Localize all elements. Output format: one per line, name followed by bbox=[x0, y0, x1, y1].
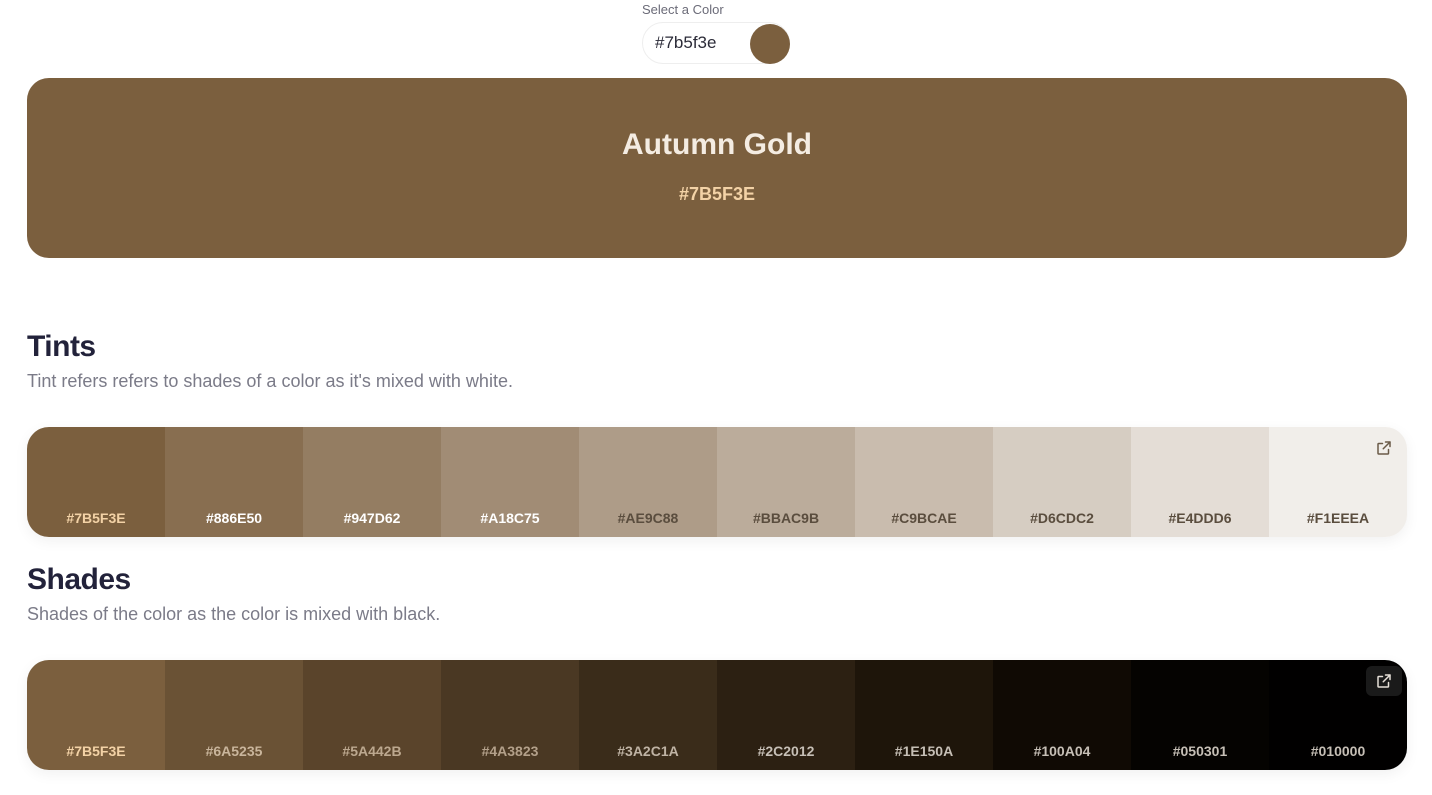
shades-swatch[interactable]: #7B5F3E bbox=[27, 660, 165, 770]
shades-swatch-hex: #050301 bbox=[1172, 743, 1228, 759]
shades-open-button[interactable] bbox=[1366, 666, 1402, 696]
color-hex: #7B5F3E bbox=[678, 184, 756, 204]
tints-swatch-hex: #7B5F3E bbox=[66, 510, 126, 526]
shades-swatch-hex: #2C2012 bbox=[757, 743, 815, 759]
tints-swatch-hex: #E4DDD6 bbox=[1168, 510, 1232, 526]
external-link-icon bbox=[1377, 441, 1391, 455]
shades-swatch-hex: #3A2C1A bbox=[617, 743, 679, 759]
hex-input[interactable] bbox=[655, 33, 745, 53]
shades-swatch-hex: #4A3823 bbox=[481, 743, 539, 759]
shades-swatch-hex: #7B5F3E bbox=[66, 743, 126, 759]
shades-swatch[interactable]: #1E150A bbox=[855, 660, 993, 770]
tints-swatch[interactable]: #886E50 bbox=[165, 427, 303, 537]
tints-swatch-hex: #886E50 bbox=[205, 510, 263, 526]
tints-description: Tint refers refers to shades of a color … bbox=[27, 371, 513, 391]
tints-swatch-hex: #D6CDC2 bbox=[1030, 510, 1094, 526]
tints-swatch[interactable]: #7B5F3E bbox=[27, 427, 165, 537]
tints-swatch[interactable]: #D6CDC2 bbox=[993, 427, 1131, 537]
color-input-box[interactable] bbox=[642, 22, 790, 64]
tints-swatch-hex: #C9BCAE bbox=[891, 510, 957, 526]
tints-swatch-hex: #A18C75 bbox=[480, 510, 540, 526]
tints-palette: #7B5F3E #886E50 #947D62 #A18C75 #AE9C88 #BBAC… bbox=[27, 427, 1407, 537]
color-hero-card: Autumn Gold #7B5F3E bbox=[27, 78, 1407, 258]
color-swatch-button[interactable] bbox=[750, 24, 790, 64]
shades-swatch[interactable]: #100A04 bbox=[993, 660, 1131, 770]
color-name: Autumn Gold bbox=[622, 128, 812, 161]
shades-swatch-hex: #100A04 bbox=[1033, 743, 1091, 759]
shades-swatch-hex: #010000 bbox=[1310, 743, 1366, 759]
tints-swatch[interactable]: #C9BCAE bbox=[855, 427, 993, 537]
tints-swatch[interactable]: #E4DDD6 bbox=[1131, 427, 1269, 537]
shades-swatch[interactable]: #6A5235 bbox=[165, 660, 303, 770]
shades-palette: #7B5F3E #6A5235 #5A442B #4A3823 #3A2C1A #2C20… bbox=[27, 660, 1407, 770]
tints-swatch[interactable]: #BBAC9B bbox=[717, 427, 855, 537]
shades-swatch-hex: #6A5235 bbox=[205, 743, 263, 759]
shades-swatch[interactable]: #050301 bbox=[1131, 660, 1269, 770]
tints-swatch[interactable]: #947D62 bbox=[303, 427, 441, 537]
external-link-icon bbox=[1377, 674, 1391, 688]
tints-title: Tints bbox=[27, 330, 96, 363]
picker-label: Select a Color bbox=[642, 2, 724, 17]
tints-open-button[interactable] bbox=[1366, 433, 1402, 463]
shades-swatch[interactable]: #5A442B bbox=[303, 660, 441, 770]
tints-swatch-hex: #947D62 bbox=[343, 510, 401, 526]
shades-swatch[interactable]: #4A3823 bbox=[441, 660, 579, 770]
tints-swatch-hex: #F1EEEA bbox=[1306, 510, 1370, 526]
shades-swatch[interactable]: #3A2C1A bbox=[579, 660, 717, 770]
shades-swatch-hex: #5A442B bbox=[342, 743, 402, 759]
shades-title: Shades bbox=[27, 563, 131, 596]
shades-swatch[interactable]: #2C2012 bbox=[717, 660, 855, 770]
tints-swatch[interactable]: #A18C75 bbox=[441, 427, 579, 537]
tints-swatch-hex: #AE9C88 bbox=[617, 510, 679, 526]
tints-swatch[interactable]: #AE9C88 bbox=[579, 427, 717, 537]
tints-swatch-hex: #BBAC9B bbox=[752, 510, 820, 526]
shades-swatch-hex: #1E150A bbox=[894, 743, 954, 759]
shades-description: Shades of the color as the color is mixe… bbox=[27, 604, 441, 624]
